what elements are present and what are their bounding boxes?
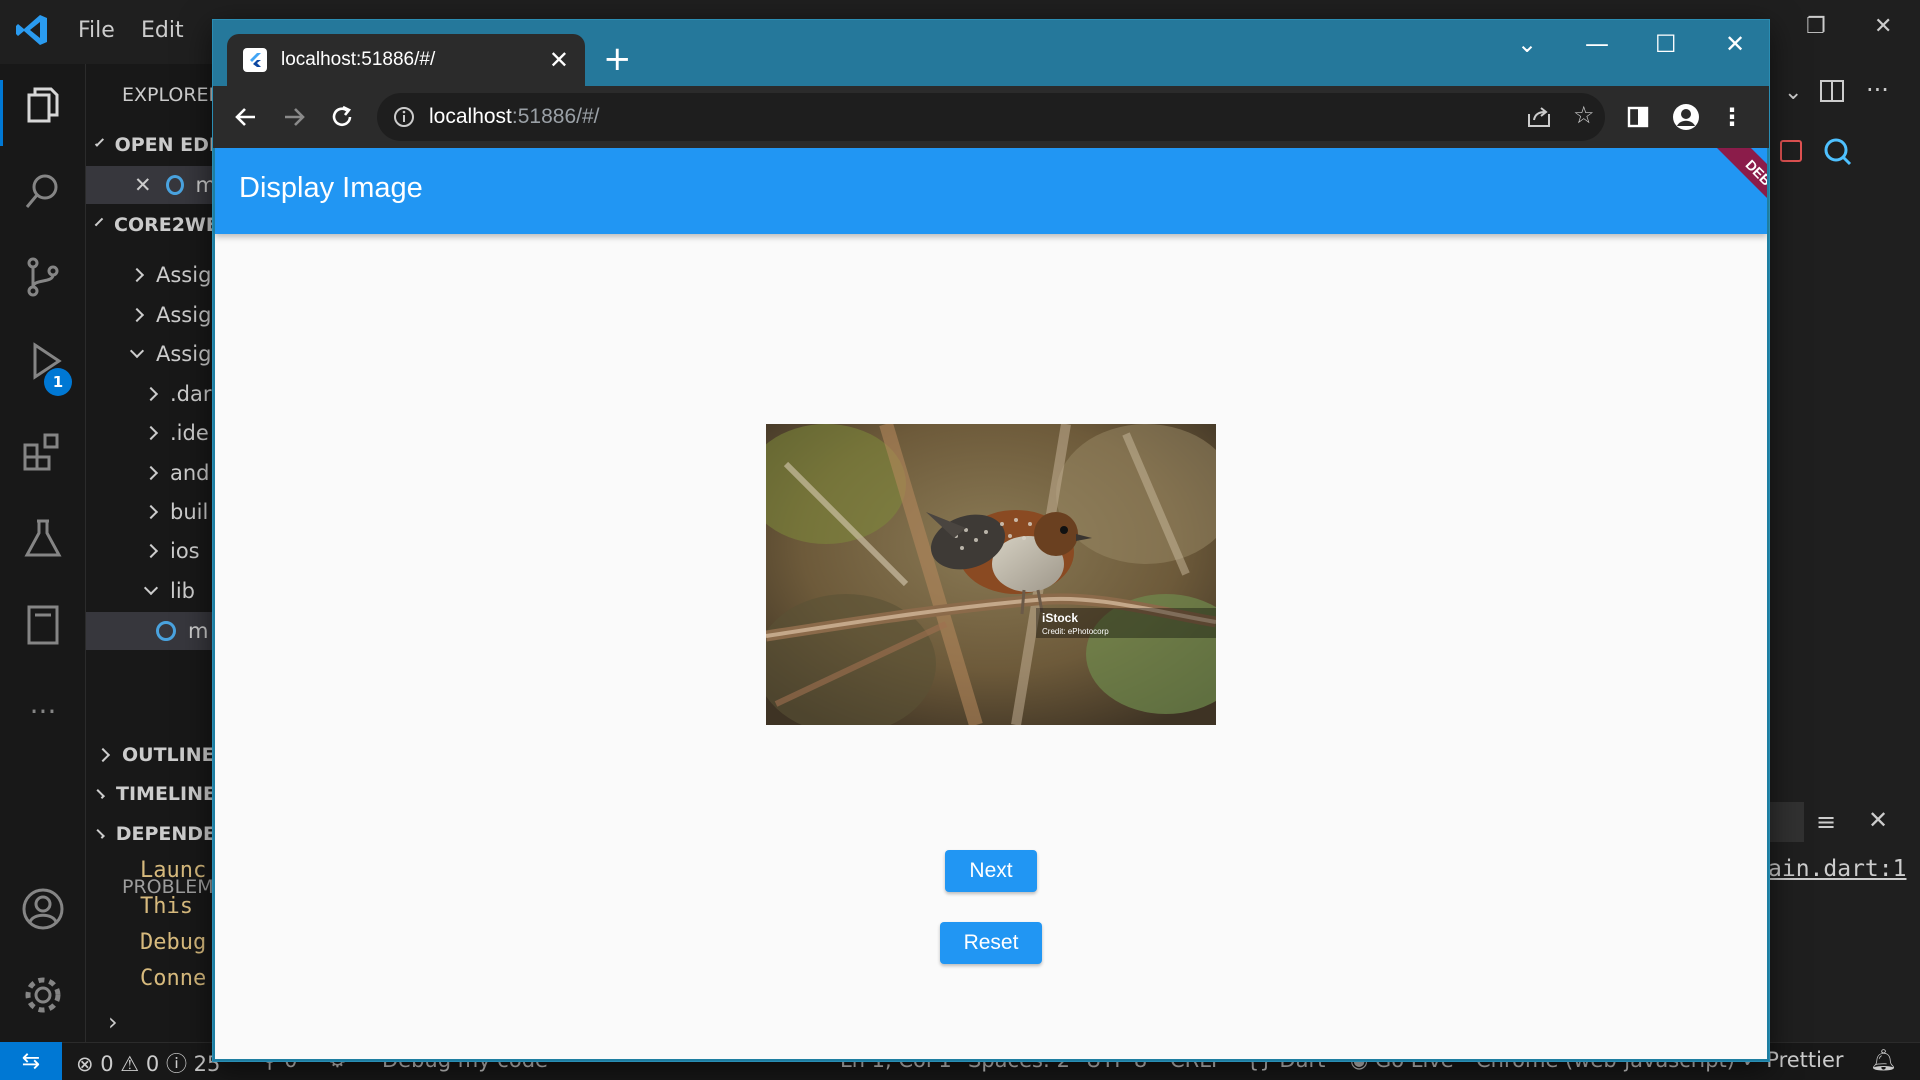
photo-watermark: iStock bbox=[1042, 611, 1078, 625]
activity-active-indicator bbox=[0, 80, 3, 146]
stop-debug-icon[interactable] bbox=[1780, 140, 1802, 162]
tree-item-selected[interactable]: m bbox=[86, 612, 216, 650]
remote-indicator-icon[interactable]: ⇆ bbox=[0, 1042, 62, 1080]
panel-expand-chevron-icon[interactable]: › bbox=[108, 1008, 118, 1036]
tab-close-icon[interactable]: ✕ bbox=[549, 46, 569, 74]
flutter-inspector-icon[interactable] bbox=[1822, 136, 1852, 166]
reset-button[interactable]: Reset bbox=[940, 922, 1042, 964]
address-bar[interactable]: localhost:51886/#/ ☆ bbox=[377, 93, 1605, 141]
tree-item[interactable]: ios bbox=[86, 532, 216, 570]
menu-file[interactable]: File bbox=[78, 18, 115, 43]
vscode-close-icon[interactable]: ✕ bbox=[1874, 14, 1892, 39]
split-editor-icon[interactable] bbox=[1820, 80, 1844, 102]
project-label: CORE2WE bbox=[114, 214, 216, 236]
profile-avatar-icon[interactable] bbox=[1669, 100, 1703, 134]
project-section[interactable]: CORE2WE bbox=[86, 206, 216, 244]
vscode-restore-icon[interactable]: ❐ bbox=[1806, 14, 1826, 39]
notifications-bell-icon[interactable]: 🔔︎ bbox=[1870, 1048, 1897, 1073]
new-tab-button[interactable]: + bbox=[603, 42, 632, 76]
tree-item[interactable]: lib bbox=[86, 572, 216, 610]
browser-tab[interactable]: localhost:51886/#/ ✕ bbox=[227, 34, 585, 86]
status-problems[interactable]: ⊗ 0 ⚠ 0 ⓘ 25 bbox=[76, 1048, 220, 1078]
chevron-down-icon[interactable]: ⌄ bbox=[1784, 80, 1802, 105]
more-icon[interactable]: ··· bbox=[18, 686, 68, 736]
dependencies-section[interactable]: DEPENDE bbox=[86, 815, 216, 853]
url-text: localhost:51886/#/ bbox=[429, 105, 600, 128]
tree-item[interactable]: buil bbox=[86, 493, 216, 531]
tree-item[interactable]: Assig bbox=[86, 296, 216, 334]
testing-icon[interactable] bbox=[18, 514, 68, 564]
editor-right-area bbox=[1768, 64, 1920, 1042]
tree-item[interactable]: Assig bbox=[86, 335, 216, 373]
info-icon: ⓘ bbox=[165, 1052, 187, 1076]
tab-search-chevron-icon[interactable]: ⌄ bbox=[1517, 30, 1537, 58]
explorer-icon[interactable] bbox=[18, 82, 68, 132]
flutter-favicon-icon bbox=[243, 48, 267, 72]
open-editor-item[interactable]: ✕ m bbox=[86, 166, 216, 204]
source-link[interactable]: ain.dart:1 bbox=[1768, 856, 1906, 882]
error-icon: ⊗ bbox=[76, 1052, 94, 1076]
back-arrow-icon[interactable] bbox=[229, 100, 263, 134]
menu-edit[interactable]: Edit bbox=[141, 18, 184, 43]
panel-close-icon[interactable]: ✕ bbox=[1868, 806, 1888, 834]
account-icon[interactable] bbox=[18, 884, 68, 934]
vscode-logo-icon bbox=[16, 15, 47, 45]
panel-output-line: Debug bbox=[140, 930, 207, 955]
source-control-icon[interactable] bbox=[18, 252, 68, 302]
panel-filter-input[interactable] bbox=[1768, 802, 1804, 842]
tab-title: localhost:51886/#/ bbox=[281, 49, 436, 70]
reload-icon[interactable] bbox=[325, 100, 359, 134]
extensions-icon[interactable] bbox=[18, 426, 68, 476]
browser-toolbar: localhost:51886/#/ ☆ ⋮ bbox=[213, 86, 1769, 148]
dart-file-icon bbox=[165, 175, 184, 195]
open-editors-section[interactable]: OPEN EDI bbox=[86, 126, 216, 164]
bird-photo: iStock Credit: ePhotocorp bbox=[766, 424, 1216, 725]
warning-icon: ⚠ bbox=[120, 1052, 140, 1076]
site-info-icon[interactable] bbox=[393, 106, 415, 128]
explorer-title: EXPLORER bbox=[122, 84, 216, 106]
next-button[interactable]: Next bbox=[945, 850, 1037, 892]
open-editors-label: OPEN EDI bbox=[114, 134, 216, 156]
browser-menu-icon[interactable]: ⋮ bbox=[1715, 100, 1749, 134]
clear-output-icon[interactable]: ≡ bbox=[1816, 808, 1836, 836]
settings-gear-icon[interactable] bbox=[18, 970, 68, 1020]
photo-credit: Credit: ePhotocorp bbox=[1042, 627, 1109, 636]
tree-item[interactable]: and bbox=[86, 454, 216, 492]
maximize-icon[interactable]: ☐ bbox=[1655, 30, 1677, 58]
tree-item[interactable]: .dar bbox=[86, 375, 216, 413]
dart-file-icon bbox=[156, 621, 176, 641]
forward-arrow-icon[interactable] bbox=[277, 100, 311, 134]
browser-window: localhost:51886/#/ ✕ + ⌄ — ☐ ✕ localhost… bbox=[213, 20, 1769, 1061]
tree-item[interactable]: .ide bbox=[86, 414, 216, 452]
window-close-icon[interactable]: ✕ bbox=[1725, 30, 1745, 58]
share-icon[interactable] bbox=[1527, 106, 1551, 128]
minimize-icon[interactable]: — bbox=[1585, 30, 1609, 58]
search-icon[interactable] bbox=[18, 166, 68, 216]
app-title: Display Image bbox=[239, 172, 423, 204]
panel-output-line: Launc bbox=[140, 858, 207, 883]
editor-more-icon[interactable]: ··· bbox=[1866, 76, 1889, 104]
outline-section[interactable]: OUTLINE bbox=[86, 736, 216, 774]
timeline-section[interactable]: TIMELINE bbox=[86, 775, 216, 813]
app-page: Display Image DEBUG iStock Credit: ePhot… bbox=[215, 148, 1767, 1059]
bookmark-star-icon[interactable]: ☆ bbox=[1573, 101, 1595, 129]
tree-item[interactable]: Assig bbox=[86, 256, 216, 294]
notebook-icon[interactable] bbox=[18, 600, 68, 650]
panel-output-line: This bbox=[140, 894, 193, 919]
panel-output-line: Conne bbox=[140, 966, 207, 991]
app-bar: Display Image bbox=[215, 148, 1767, 234]
debug-badge: 1 bbox=[44, 368, 72, 396]
side-panel-icon[interactable] bbox=[1621, 100, 1655, 134]
